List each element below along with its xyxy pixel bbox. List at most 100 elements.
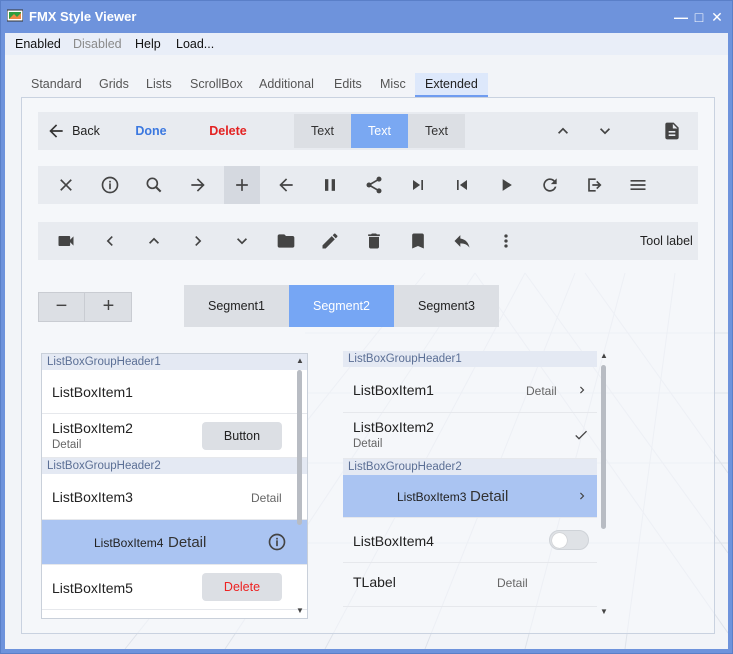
chevron-down-icon[interactable] — [587, 112, 623, 150]
list-item-1[interactable]: ListBoxItem1 Detail — [343, 367, 597, 413]
info-icon[interactable] — [267, 532, 287, 552]
spin-stepper: − + — [38, 292, 132, 322]
close-icon[interactable] — [48, 166, 84, 204]
tab-misc[interactable]: Misc — [370, 73, 416, 97]
tab-extended[interactable]: Extended — [415, 73, 488, 97]
info-icon[interactable] — [92, 166, 128, 204]
minimize-icon[interactable]: — — [671, 7, 691, 27]
list-item-4[interactable]: ListBoxItem4 Detail — [42, 520, 307, 565]
tab-lists[interactable]: Lists — [136, 73, 182, 97]
list-item-3[interactable]: ListBoxItem3 Detail — [343, 475, 597, 518]
share-icon[interactable] — [356, 166, 392, 204]
play-icon[interactable] — [488, 166, 524, 204]
title-bar: FMX Style Viewer — □ ✕ — [1, 1, 732, 33]
folder-icon[interactable] — [268, 222, 304, 260]
client-area: Enabled Disabled Help Load... Standard G… — [5, 33, 728, 649]
chevron-up-icon[interactable] — [545, 112, 581, 150]
item-detail: Detail — [52, 439, 82, 451]
segment-3[interactable]: Segment3 — [394, 285, 499, 327]
scroll-down-icon[interactable]: ▼ — [295, 606, 305, 615]
document-icon[interactable] — [654, 112, 690, 150]
item-detail: Detail — [470, 488, 509, 505]
scroll-up-icon[interactable]: ▲ — [599, 351, 609, 360]
group-header-1: ListBoxGroupHeader1 — [343, 351, 597, 367]
item-label: ListBoxItem2 — [52, 420, 133, 436]
scrollbar-right[interactable]: ▲ ▼ — [599, 351, 609, 621]
item-detail: Detail — [168, 534, 207, 551]
trash-icon[interactable] — [356, 222, 392, 260]
bookmark-icon[interactable] — [400, 222, 436, 260]
item-label: ListBoxItem1 — [353, 382, 434, 398]
list-item-3[interactable]: ListBoxItem3 Detail — [42, 474, 307, 520]
text-segment-2[interactable]: Text — [351, 114, 408, 148]
refresh-icon[interactable] — [532, 166, 568, 204]
tab-additional[interactable]: Additional — [249, 73, 324, 97]
skip-previous-icon[interactable] — [444, 166, 480, 204]
item-label: ListBoxItem4 — [353, 533, 434, 549]
done-button[interactable]: Done — [126, 112, 176, 150]
skip-next-icon[interactable] — [400, 166, 436, 204]
stepper-plus-button[interactable]: + — [86, 293, 131, 321]
tlabel: TLabel — [353, 574, 396, 590]
toolbar-icons-1 — [38, 166, 698, 204]
tab-grids[interactable]: Grids — [89, 73, 139, 97]
plus-icon[interactable] — [224, 166, 260, 204]
arrow-left-icon[interactable] — [268, 166, 304, 204]
chevron-right-icon — [580, 492, 585, 500]
tab-edits[interactable]: Edits — [324, 73, 372, 97]
more-vertical-icon[interactable] — [488, 222, 524, 260]
segment-2[interactable]: Segment2 — [289, 285, 394, 327]
arrow-right-icon[interactable] — [180, 166, 216, 204]
app-window: FMX Style Viewer — □ ✕ Enabled Disabled … — [0, 0, 733, 654]
back-button[interactable]: Back — [38, 112, 108, 150]
listbox-left: ListBoxGroupHeader1 ListBoxItem1 ListBox… — [41, 353, 308, 619]
item-detail: Detail — [251, 491, 282, 505]
scroll-down-icon[interactable]: ▼ — [599, 607, 609, 616]
scrollbar-thumb[interactable] — [601, 365, 606, 529]
camera-icon[interactable] — [48, 222, 84, 260]
toolbar-icons-2: Tool label — [38, 222, 698, 260]
item-delete-button[interactable]: Delete — [202, 573, 282, 601]
list-item-2[interactable]: ListBoxItem2 Detail Button — [42, 414, 307, 458]
tool-label: Tool label — [640, 234, 693, 248]
chevron-left-icon[interactable] — [92, 222, 128, 260]
list-item-1[interactable]: ListBoxItem1 — [42, 370, 307, 414]
list-item-4[interactable]: ListBoxItem4 — [343, 518, 597, 563]
list-item-5[interactable]: ListBoxItem5 Delete — [42, 565, 307, 610]
item-label: ListBoxItem4 — [94, 536, 164, 550]
menu-enabled[interactable]: Enabled — [15, 37, 61, 51]
item-label: ListBoxItem1 — [52, 384, 133, 400]
segment-1[interactable]: Segment1 — [184, 285, 289, 327]
search-icon[interactable] — [136, 166, 172, 204]
item-button[interactable]: Button — [202, 422, 282, 450]
toggle-switch[interactable] — [549, 530, 589, 550]
tab-scrollbox[interactable]: ScrollBox — [180, 73, 253, 97]
item-label: ListBoxItem3 — [52, 489, 133, 505]
scroll-up-icon[interactable]: ▲ — [295, 356, 305, 365]
menu-icon[interactable] — [620, 166, 656, 204]
delete-button[interactable]: Delete — [198, 112, 258, 150]
chevron-down-icon[interactable] — [224, 222, 260, 260]
chevron-right-icon[interactable] — [180, 222, 216, 260]
list-item-2[interactable]: ListBoxItem2 Detail — [343, 413, 597, 459]
item-detail: Detail — [526, 384, 557, 398]
text-segment-1[interactable]: Text — [294, 114, 351, 148]
stepper-minus-button[interactable]: − — [39, 293, 85, 321]
reply-icon[interactable] — [444, 222, 480, 260]
toggle-knob — [552, 533, 567, 548]
text-segment-3[interactable]: Text — [408, 114, 465, 148]
list-item-label[interactable]: TLabel Detail — [343, 563, 597, 607]
scrollbar-left[interactable]: ▲ ▼ — [295, 354, 305, 618]
close-window-icon[interactable]: ✕ — [707, 7, 727, 27]
window-title: FMX Style Viewer — [29, 9, 137, 24]
maximize-icon[interactable]: □ — [689, 7, 709, 27]
tab-standard[interactable]: Standard — [21, 73, 92, 97]
exit-icon[interactable] — [576, 166, 612, 204]
item-detail: Detail — [353, 438, 383, 450]
pencil-icon[interactable] — [312, 222, 348, 260]
menu-help[interactable]: Help — [135, 37, 161, 51]
pause-icon[interactable] — [312, 166, 348, 204]
chevron-up-icon[interactable] — [136, 222, 172, 260]
scrollbar-thumb[interactable] — [297, 370, 302, 525]
menu-load[interactable]: Load... — [176, 37, 214, 51]
